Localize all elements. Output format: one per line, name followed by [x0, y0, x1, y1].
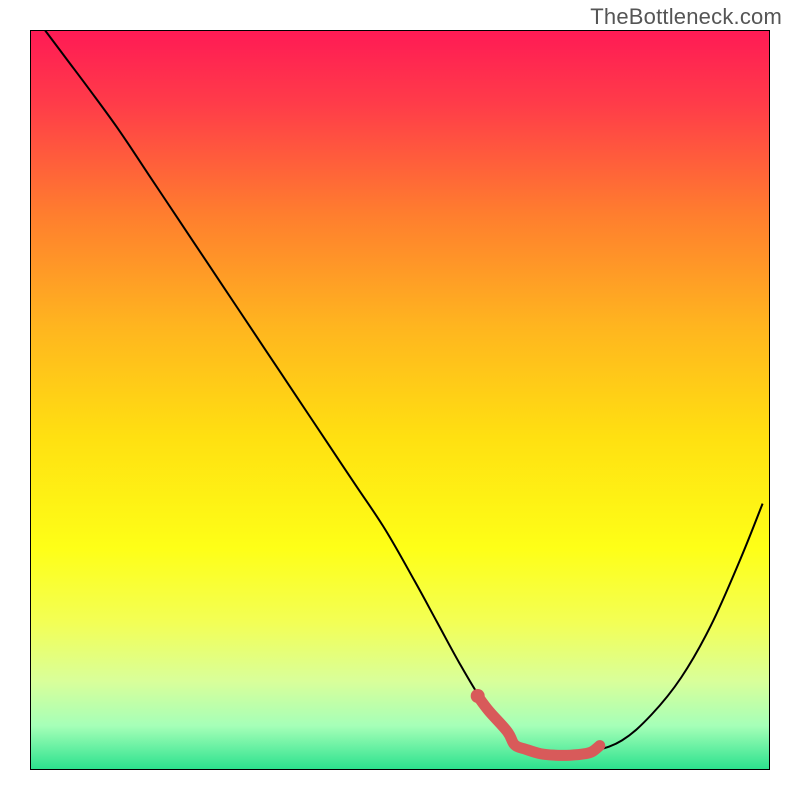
chart-svg	[30, 30, 770, 770]
watermark-text: TheBottleneck.com	[590, 4, 782, 30]
plot-area	[30, 30, 770, 770]
chart-container: TheBottleneck.com	[0, 0, 800, 800]
chart-background	[30, 30, 770, 770]
series-highlight-dot	[471, 689, 485, 703]
